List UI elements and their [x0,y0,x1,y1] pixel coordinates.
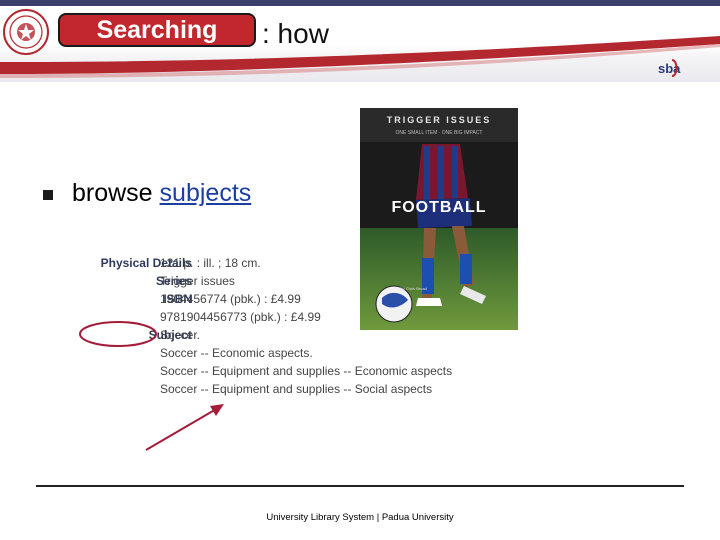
detail-value: Trigger issues [160,274,235,288]
detail-row: Series Trigger issues [40,274,470,292]
bullet-square-icon [43,190,53,200]
sba-logo-icon: sba [658,59,681,77]
detail-value[interactable]: Soccer -- Equipment and supplies -- Econ… [160,364,452,378]
logo-text: sba [658,61,681,76]
cover-series: TRIGGER ISSUES [387,115,492,125]
detail-row: Physical Details 121 p. : ill. ; 18 cm. [40,256,470,274]
cover-tagline: ONE SMALL ITEM · ONE BIG IMPACT [396,130,483,136]
detail-row: Soccer -- Equipment and supplies -- Soci… [40,382,470,400]
detail-row: Soccer -- Economic aspects. [40,346,470,364]
detail-value[interactable]: Soccer. [160,328,200,342]
detail-row: ISBN 1904456774 (pbk.) : £4.99 [40,292,470,310]
university-seal-icon [3,9,49,55]
pointer-arrow-icon [145,404,224,451]
detail-row: 9781904456773 (pbk.) : £4.99 [40,310,470,328]
cover-title: FOOTBALL [391,199,486,216]
detail-value: 9781904456773 (pbk.) : £4.99 [160,310,321,324]
footer-text: University Library System | Padua Univer… [266,512,454,523]
catalog-details: Physical Details 121 p. : ill. ; 18 cm. … [40,256,470,401]
detail-value[interactable]: Soccer -- Equipment and supplies -- Soci… [160,382,432,396]
detail-value: 1904456774 (pbk.) : £4.99 [160,292,301,306]
bullet-text-prefix: browse [72,179,160,207]
detail-value: 121 p. : ill. ; 18 cm. [160,256,261,270]
subjects-link[interactable]: subjects [160,179,252,207]
detail-value[interactable]: Soccer -- Economic aspects. [160,346,313,360]
title-highlight: Searching [58,13,256,47]
footer-divider [36,485,684,487]
bullet-text: browse subjects [72,177,251,209]
detail-row: Subject Soccer. [40,328,470,346]
title-suffix: : how [262,18,329,49]
detail-row: Soccer -- Equipment and supplies -- Econ… [40,364,470,382]
